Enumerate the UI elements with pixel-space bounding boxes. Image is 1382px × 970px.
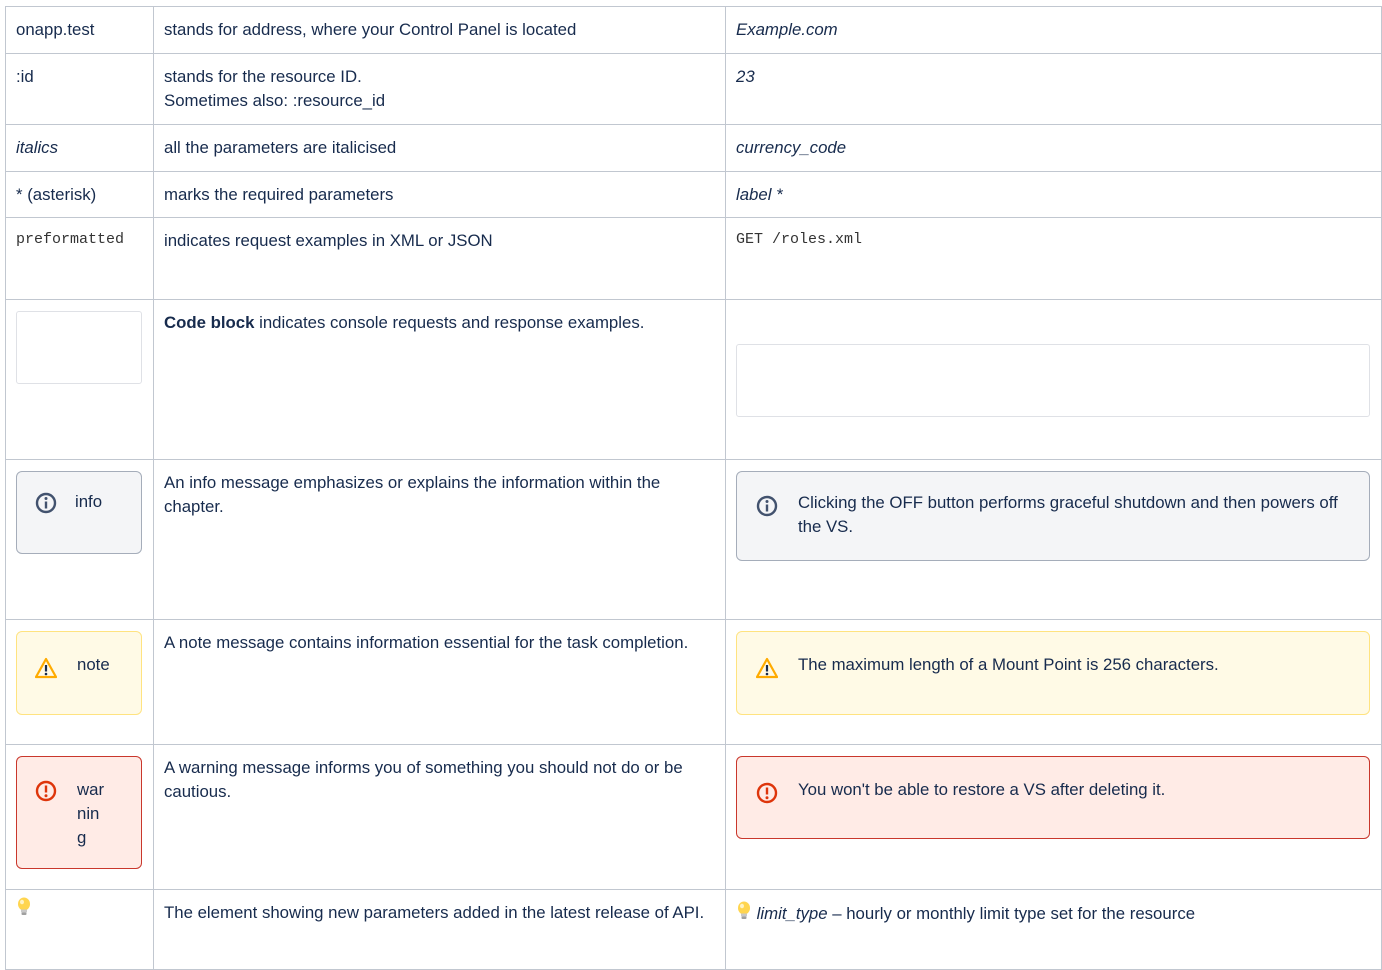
convention-key: info [5, 459, 154, 621]
convention-description: stands for the resource ID. Sometimes al… [153, 53, 726, 125]
table-row: onapp.test stands for address, where you… [5, 6, 1382, 54]
table-row: note A note message contains information… [5, 619, 1382, 746]
code-block-example [736, 344, 1370, 418]
convention-example: GET /roles.xml [725, 217, 1382, 301]
convention-key: onapp.test [5, 6, 154, 54]
convention-description: indicates request examples in XML or JSO… [153, 217, 726, 301]
convention-key [5, 889, 154, 970]
panel-text: Clicking the OFF button performs gracefu… [798, 493, 1338, 537]
convention-description: marks the required parameters [153, 170, 726, 219]
convention-key: :id [5, 53, 154, 125]
info-panel: Clicking the OFF button performs gracefu… [736, 471, 1370, 562]
convention-example: currency_code [725, 123, 1382, 172]
code-block-sample [16, 311, 142, 385]
warning-triangle-icon [755, 657, 779, 686]
panel-label: info [75, 492, 103, 512]
panel-text: You won't be able to restore a VS after … [798, 780, 1166, 800]
info-circle-icon [756, 495, 778, 524]
convention-description: An info message emphasizes or explains t… [153, 459, 726, 621]
description-text: indicates console requests and response … [254, 313, 645, 333]
panel-label: note [77, 655, 110, 675]
convention-example: 23 [725, 53, 1382, 125]
info-panel-sample: info [16, 471, 142, 555]
convention-key: note [5, 619, 154, 746]
convention-example: Example.com [725, 6, 1382, 54]
table-row: Code block indicates console requests an… [5, 299, 1382, 461]
convention-example: Clicking the OFF button performs gracefu… [725, 459, 1382, 621]
convention-example: label * [725, 170, 1382, 219]
panel-text: The maximum length of a Mount Point is 2… [798, 655, 1219, 675]
error-circle-icon [35, 780, 57, 809]
convention-example: The maximum length of a Mount Point is 2… [725, 619, 1382, 746]
convention-key: warning [5, 744, 154, 891]
convention-description: Code block indicates console requests an… [153, 299, 726, 461]
parameter-description: – hourly or monthly limit type set for t… [827, 904, 1196, 924]
convention-key: italics [5, 123, 154, 172]
convention-key: preformatted [5, 217, 154, 301]
convention-key: * (asterisk) [5, 170, 154, 219]
error-circle-icon [756, 782, 778, 811]
table-row: preformatted indicates request examples … [5, 217, 1382, 301]
warning-panel: You won't be able to restore a VS after … [736, 756, 1370, 840]
convention-description: A note message contains information esse… [153, 619, 726, 746]
table-row: The element showing new parameters added… [5, 889, 1382, 970]
convention-key [5, 299, 154, 461]
warning-triangle-icon [34, 657, 58, 686]
note-panel: The maximum length of a Mount Point is 2… [736, 631, 1370, 716]
table-row: italics all the parameters are italicise… [5, 123, 1382, 172]
table-row: * (asterisk) marks the required paramete… [5, 170, 1382, 219]
table-row: :id stands for the resource ID. Sometime… [5, 53, 1382, 125]
lightbulb-icon [16, 897, 32, 924]
note-panel-sample: note [16, 631, 142, 716]
convention-example: limit_type – hourly or monthly limit typ… [725, 889, 1382, 970]
table-row: warning A warning message informs you of… [5, 744, 1382, 891]
parameter-name: limit_type [756, 904, 828, 924]
convention-description: stands for address, where your Control P… [153, 6, 726, 54]
info-circle-icon [35, 492, 57, 521]
warning-panel-sample: warning [16, 756, 142, 870]
convention-example [725, 299, 1382, 461]
description-line: stands for the resource ID. [164, 67, 362, 86]
convention-example: You won't be able to restore a VS after … [725, 744, 1382, 891]
convention-description: The element showing new parameters added… [153, 889, 726, 970]
panel-label: warning [77, 780, 105, 848]
convention-description: A warning message informs you of somethi… [153, 744, 726, 891]
lightbulb-icon [736, 901, 752, 928]
table-row: info An info message emphasizes or expla… [5, 459, 1382, 621]
convention-description: all the parameters are italicised [153, 123, 726, 172]
conventions-table: onapp.test stands for address, where you… [5, 6, 1382, 970]
description-line: Sometimes also: :resource_id [164, 90, 386, 110]
code-block-term: Code block [164, 313, 255, 333]
